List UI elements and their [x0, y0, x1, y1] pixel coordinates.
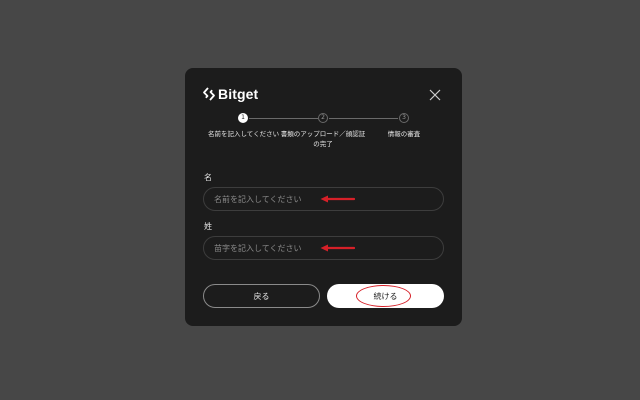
step-3-indicator: 3	[399, 113, 409, 123]
continue-button[interactable]: 続ける	[327, 284, 444, 308]
step-3-label: 情報の審査	[379, 129, 429, 139]
step-1-label: 名前を記入してください	[208, 129, 280, 139]
kyc-name-dialog: Bitget 1 2 3 名前を記入してください 書類のアップロード／顔認証 の…	[185, 68, 462, 326]
red-arrow-icon	[320, 195, 355, 203]
continue-button-label: 続ける	[373, 291, 398, 301]
step-3-label-text: 情報の審査	[387, 130, 421, 138]
close-icon	[429, 89, 441, 101]
step-2-label-line1: 書類のアップロード／顔認証	[280, 130, 366, 138]
progress-stepper: 1 2 3 名前を記入してください 書類のアップロード／顔認証 の完了 情報の審…	[185, 113, 462, 153]
step-2-label: 書類のアップロード／顔認証 の完了	[270, 129, 376, 149]
last-name-label: 姓	[204, 222, 212, 231]
back-button-label: 戻る	[253, 291, 270, 301]
step-1-label-text: 名前を記入してください	[208, 130, 280, 138]
first-name-label: 名	[204, 173, 212, 182]
annotation-arrow	[319, 195, 355, 203]
brand-name: Bitget	[218, 86, 259, 102]
back-button[interactable]: 戻る	[203, 284, 320, 308]
step-1-indicator: 1	[238, 113, 248, 123]
step-connector	[249, 118, 318, 119]
step-2-label-line2: の完了	[313, 140, 333, 148]
red-arrow-icon	[320, 244, 355, 252]
step-connector	[329, 118, 398, 119]
close-button[interactable]	[428, 88, 442, 102]
brand-logo: Bitget	[202, 85, 258, 103]
annotation-arrow	[319, 244, 355, 252]
step-2-indicator: 2	[318, 113, 328, 123]
bitget-logo-icon	[203, 87, 215, 101]
